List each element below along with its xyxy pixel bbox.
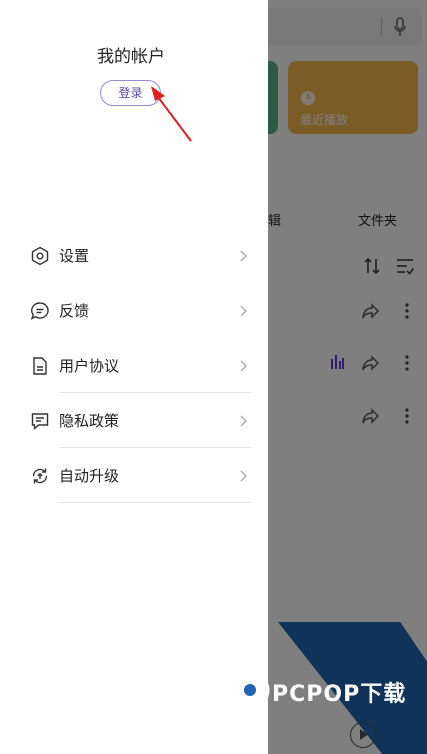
menu-item-label: 设置 [59, 247, 90, 265]
chevron-right-icon [240, 360, 247, 372]
menu-item-label: 反馈 [59, 302, 90, 320]
chevron-right-icon [240, 470, 247, 482]
side-drawer: 我的帐户 登录 设置 反馈 用户协议 隐私政策 自动升级 [0, 0, 268, 754]
drawer-menu: 设置 反馈 用户协议 隐私政策 自动升级 [0, 228, 268, 503]
refresh-upgrade-icon [32, 468, 48, 484]
chat-bubble-icon [30, 302, 49, 320]
hexagon-settings-icon [31, 246, 49, 266]
chevron-right-icon [240, 305, 247, 317]
menu-item-feedback[interactable]: 反馈 [0, 283, 268, 338]
menu-item-label: 隐私政策 [59, 412, 120, 430]
pcpop-watermark: PCPOP下载 [230, 670, 420, 716]
menu-item-label: 自动升级 [59, 467, 120, 485]
menu-item-auto-upgrade[interactable]: 自动升级 [0, 448, 268, 503]
divider [59, 502, 251, 503]
menu-item-user-agreement[interactable]: 用户协议 [0, 338, 268, 393]
pcpop-logo-icon [230, 670, 270, 714]
chevron-right-icon [240, 250, 247, 262]
menu-item-label: 用户协议 [59, 357, 120, 375]
watermark-text: PCPOP下载 [272, 682, 407, 707]
document-icon [33, 357, 47, 375]
message-square-icon [31, 413, 49, 431]
chevron-right-icon [240, 415, 247, 427]
menu-item-settings[interactable]: 设置 [0, 228, 268, 283]
annotation-arrow [151, 86, 192, 142]
menu-item-privacy-policy[interactable]: 隐私政策 [0, 393, 268, 448]
